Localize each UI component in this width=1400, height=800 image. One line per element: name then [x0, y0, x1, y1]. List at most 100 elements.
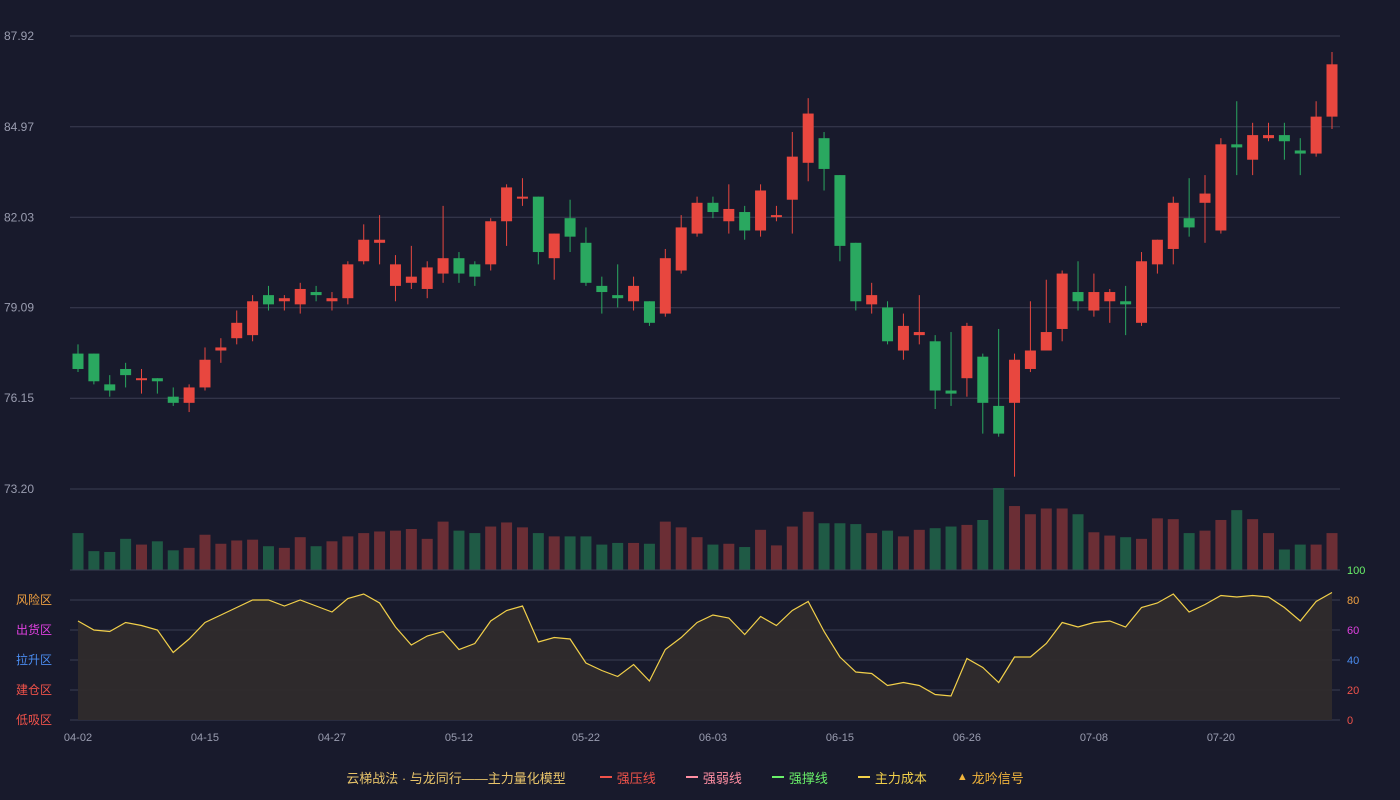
legend-swatch: [685, 776, 698, 778]
candle-body: [659, 258, 671, 314]
volume-bar: [1310, 544, 1322, 570]
volume-bar: [532, 533, 544, 570]
volume-bar: [120, 538, 132, 570]
candle-body: [770, 215, 782, 218]
volume-bar: [421, 538, 433, 570]
volume-bar: [755, 529, 767, 570]
candle-body: [501, 187, 513, 222]
candle-body: [1104, 292, 1116, 302]
volume-bar: [1167, 519, 1179, 570]
x-tick-label: 04-02: [64, 732, 92, 744]
candle-body: [628, 285, 640, 302]
candle-body: [532, 196, 544, 253]
volume-bar: [501, 522, 513, 570]
candle-body: [961, 325, 973, 379]
volume-bar: [374, 531, 386, 570]
volume-bar: [739, 547, 751, 570]
candle-body: [151, 378, 163, 382]
candle-body: [739, 212, 751, 231]
x-tick-label: 07-08: [1080, 732, 1108, 744]
candle-body: [485, 221, 497, 265]
volume-bar: [437, 521, 449, 570]
candle-body: [294, 288, 306, 305]
volume-bar: [72, 533, 84, 570]
volume-bar: [866, 533, 878, 570]
candle-body: [421, 267, 433, 289]
volume-bar: [1199, 530, 1211, 570]
volume-bar: [1040, 508, 1052, 570]
volume-bar: [167, 550, 179, 570]
candle-body: [1151, 239, 1163, 265]
candle-body: [167, 396, 179, 403]
volume-bar: [612, 542, 624, 570]
candle-body: [278, 298, 290, 302]
legend-item-strength-line[interactable]: 强弱线: [685, 768, 742, 787]
volume-bar: [1072, 514, 1084, 570]
volume-bar: [104, 551, 116, 570]
candle-body: [548, 233, 560, 259]
volume-bar: [1136, 538, 1148, 570]
legend-item-strong-support[interactable]: 强撑线: [771, 768, 828, 787]
volume-bar: [516, 527, 528, 570]
candle-body: [786, 156, 798, 200]
volume-bar: [1009, 506, 1021, 570]
osc-y-tick-label: 100: [1347, 565, 1365, 577]
x-tick-label: 06-03: [699, 732, 727, 744]
candle-body: [596, 285, 608, 293]
chart-legend: 云梯战法 · 与龙同行——主力量化模型 强压线 强弱线 强撑线 主力成本 ▲ 龙…: [0, 766, 1400, 788]
legend-label: 主力成本: [874, 770, 927, 786]
legend-swatch: [857, 776, 870, 778]
candle-body: [866, 295, 878, 305]
legend-item-main-cost[interactable]: 主力成本: [857, 768, 927, 787]
legend-item-strong-resistance[interactable]: 强压线: [599, 768, 656, 787]
x-tick-label: 04-15: [191, 732, 219, 744]
y-tick-label: 73.20: [4, 482, 34, 496]
osc-y-tick-label: 0: [1347, 715, 1353, 727]
zone-label: 低吸区: [16, 713, 52, 727]
candle-body: [183, 387, 195, 403]
candle-body: [469, 264, 481, 277]
volume-bar: [1088, 532, 1100, 570]
legend-title: 云梯战法 · 与龙同行——主力量化模型: [346, 770, 566, 786]
y-tick-label: 79.09: [4, 301, 34, 315]
volume-bar: [1151, 518, 1163, 570]
candle-body: [691, 202, 703, 234]
candle-body: [405, 276, 417, 283]
volume-bar: [897, 536, 909, 570]
volume-bar: [977, 519, 989, 570]
volume-bar: [945, 526, 957, 570]
legend-swatch: [771, 776, 784, 778]
volume-bar: [1263, 533, 1275, 570]
legend-label: 强压线: [616, 770, 656, 786]
volume-bar: [659, 521, 671, 570]
volume-bar: [405, 529, 417, 570]
price-y-axis: 73.20 76.15 79.09 82.03 84.97 87.92: [4, 29, 34, 496]
candle-body: [135, 378, 147, 381]
volume-bar: [262, 546, 274, 570]
x-tick-label: 06-26: [953, 732, 981, 744]
candle-body: [453, 258, 465, 274]
candle-body: [516, 196, 528, 199]
candle-body: [104, 384, 116, 391]
osc-y-tick-label: 80: [1347, 595, 1359, 607]
candle-body: [1183, 218, 1195, 228]
volume-bar: [675, 527, 687, 570]
volume-bar: [342, 536, 354, 570]
candle-body: [1326, 64, 1338, 117]
volume-bar: [707, 544, 719, 570]
candle-body: [1040, 332, 1052, 351]
volume-bar: [389, 530, 401, 570]
candle-body: [882, 307, 894, 342]
candle-body: [834, 175, 846, 246]
volume-bar: [882, 530, 894, 570]
volume-bar: [834, 523, 846, 570]
legend-item-dragon-signal[interactable]: ▲ 龙吟信号: [957, 768, 1024, 787]
candle-body: [215, 347, 227, 351]
candle-body: [1310, 116, 1322, 154]
candle-body: [707, 202, 719, 213]
candle-body: [1136, 261, 1148, 323]
volume-bar: [215, 543, 227, 570]
volume-bar: [1326, 533, 1338, 570]
oscillator-panel: 0 20 40 60 80 100 低吸区 建仓区 拉升区 出货区 风险区: [16, 565, 1365, 727]
candle-body: [1120, 301, 1132, 305]
